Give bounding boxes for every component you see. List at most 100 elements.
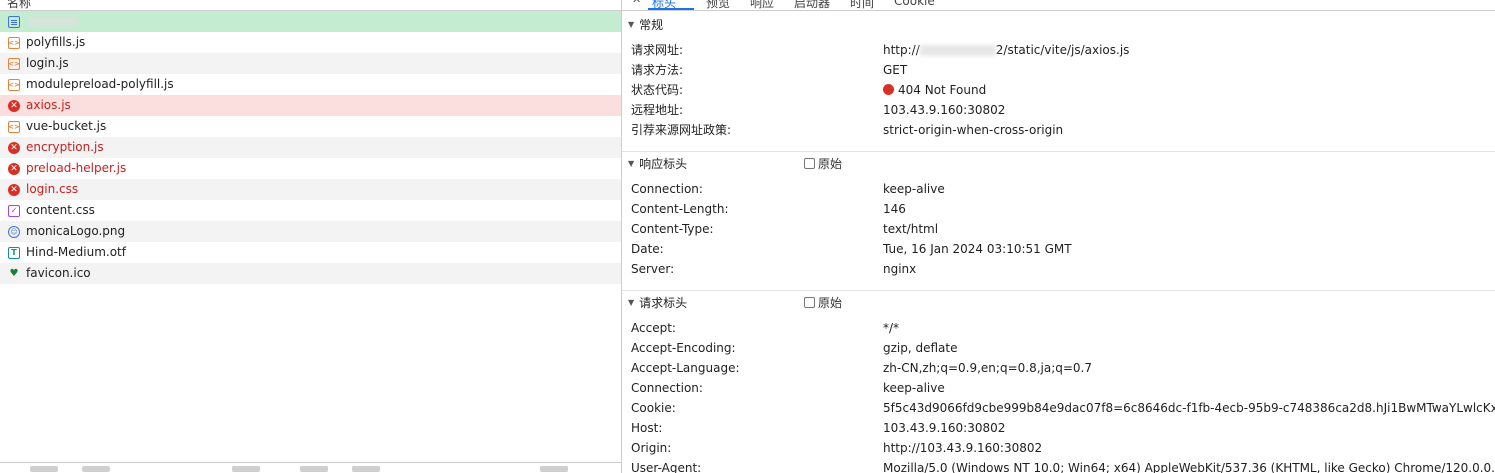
request-row[interactable]: T Hind-Medium.otf: [0, 242, 621, 263]
header-key: 远程地址:: [631, 103, 684, 117]
status-error-icon: [883, 84, 894, 95]
tab-response[interactable]: 响应: [750, 0, 774, 11]
request-name: content.css: [26, 203, 95, 217]
header-value: 103.43.9.160:30802: [883, 421, 1006, 435]
header-key: 请求网址:: [631, 43, 684, 57]
stylesheet-icon: ✓: [8, 204, 20, 217]
header-value: keep-alive: [883, 381, 945, 395]
request-name: login.js: [26, 56, 69, 70]
header-row: Connection: keep-alive: [622, 378, 1495, 398]
header-value: 103.43.9.160:30802: [883, 103, 1006, 117]
request-name: preload-helper.js: [26, 161, 127, 175]
header-value: keep-alive: [883, 182, 945, 196]
header-key: Cookie:: [631, 401, 676, 415]
raw-checkbox[interactable]: [804, 296, 815, 308]
header-key: Accept-Language:: [631, 361, 740, 375]
request-name: monicaLogo.png: [26, 224, 126, 238]
raw-checkbox[interactable]: [804, 157, 815, 169]
request-row[interactable]: ✓ content.css: [0, 200, 621, 221]
request-detail-pane: ✕ 标头 预览 响应 启动器 时间 Cookie ▼ 常规 请求网址: http…: [622, 0, 1495, 473]
header-value: Mozilla/5.0 (Windows NT 10.0; Win64; x64…: [883, 461, 1495, 473]
general-row-referrer: 引荐来源网址政策: strict-origin-when-cross-origi…: [622, 120, 1495, 140]
header-row: Connection: keep-alive: [622, 179, 1495, 199]
response-headers-title: 响应标头: [639, 156, 688, 171]
header-value: 146: [883, 202, 906, 216]
header-value: GET: [883, 63, 908, 77]
tab-preview[interactable]: 预览: [706, 0, 730, 11]
status-bar: [0, 462, 621, 473]
name-column-label: 名称: [7, 0, 32, 10]
header-key: 状态代码:: [631, 83, 684, 97]
image-icon: ☺: [8, 225, 20, 238]
header-value: 5f5c43d9066fd9cbe999b84e9dac07f8=6c8646d…: [883, 401, 1495, 415]
request-row[interactable]: ✕ preload-helper.js: [0, 158, 621, 179]
header-row: Accept: */*: [622, 318, 1495, 338]
redacted-name: [28, 16, 78, 27]
request-headers-section-header[interactable]: ▼ 请求标头 原始: [622, 290, 1495, 313]
header-key: Server:: [631, 262, 675, 276]
tab-initiator[interactable]: 启动器: [794, 0, 830, 11]
header-key: Host:: [631, 421, 663, 435]
request-name: favicon.ico: [26, 266, 91, 280]
request-name: login.css: [26, 182, 79, 196]
request-row[interactable]: ✕ axios.js: [0, 95, 621, 116]
header-value: gzip, deflate: [883, 341, 958, 355]
header-row: Date: Tue, 16 Jan 2024 03:10:51 GMT: [622, 239, 1495, 259]
script-icon: <>: [8, 57, 20, 70]
header-row: User-Agent: Mozilla/5.0 (Windows NT 10.0;…: [622, 458, 1495, 473]
header-value: http://103.43.9.160:30802: [883, 441, 1043, 455]
header-value: zh-CN,zh;q=0.9,en;q=0.8,ja;q=0.7: [883, 361, 1093, 375]
header-key: User-Agent:: [631, 461, 702, 473]
request-row[interactable]: ☺ monicaLogo.png: [0, 221, 621, 242]
general-section-header[interactable]: ▼ 常规: [622, 13, 1495, 35]
tab-timing[interactable]: 时间: [850, 0, 874, 11]
raw-toggle[interactable]: 原始: [804, 155, 842, 172]
request-row[interactable]: ✕ encryption.js: [0, 137, 621, 158]
script-icon: <>: [8, 78, 20, 91]
header-key: Accept:: [631, 321, 676, 335]
collapse-triangle-icon: ▼: [628, 19, 635, 29]
header-row: Content-Type: text/html: [622, 219, 1495, 239]
general-section-title: 常规: [639, 17, 664, 32]
header-value: http://2/static/vite/js/axios.js: [883, 43, 1130, 57]
header-key: 引荐来源网址政策:: [631, 123, 732, 137]
header-key: Connection:: [631, 381, 703, 395]
header-value: text/html: [883, 222, 939, 236]
request-row[interactable]: <> polyfills.js: [0, 32, 621, 53]
header-row: Cookie: 5f5c43d9066fd9cbe999b84e9dac07f8=…: [622, 398, 1495, 418]
request-row[interactable]: ♥ favicon.ico: [0, 263, 621, 284]
request-row[interactable]: [0, 11, 621, 32]
request-name: vue-bucket.js: [26, 119, 107, 133]
header-key: Origin:: [631, 441, 672, 455]
error-icon: ✕: [8, 99, 20, 112]
header-row: Host: 103.43.9.160:30802: [622, 418, 1495, 438]
header-key: Connection:: [631, 182, 703, 196]
script-icon: <>: [8, 36, 20, 49]
redacted-host: [919, 45, 996, 56]
error-icon: ✕: [8, 183, 20, 196]
request-row[interactable]: <> vue-bucket.js: [0, 116, 621, 137]
name-column-header[interactable]: 名称: [0, 0, 621, 11]
close-icon[interactable]: ✕: [632, 0, 641, 6]
script-icon: <>: [8, 120, 20, 133]
request-row[interactable]: <> login.js: [0, 53, 621, 74]
request-list-pane: 名称 <> polyfills.js <> login.js <> moduleprelo…: [0, 0, 622, 473]
header-value: 404 Not Found: [883, 80, 986, 100]
font-icon: T: [8, 246, 20, 259]
detail-tab-bar: ✕ 标头 预览 响应 启动器 时间 Cookie: [622, 0, 1495, 11]
tab-cookies[interactable]: Cookie: [894, 0, 935, 8]
raw-toggle[interactable]: 原始: [804, 294, 842, 311]
collapse-triangle-icon: ▼: [628, 158, 635, 168]
request-name: polyfills.js: [26, 35, 86, 49]
header-row: Server: nginx: [622, 259, 1495, 279]
request-name: axios.js: [26, 98, 71, 112]
active-tab-indicator: [648, 8, 694, 10]
document-icon: [8, 15, 20, 28]
header-key: Content-Length:: [631, 202, 729, 216]
response-headers-section-header[interactable]: ▼ 响应标头 原始: [622, 151, 1495, 174]
header-key: 请求方法:: [631, 63, 684, 77]
request-name: modulepreload-polyfill.js: [26, 77, 174, 91]
request-row[interactable]: <> modulepreload-polyfill.js: [0, 74, 621, 95]
request-row[interactable]: ✕ login.css: [0, 179, 621, 200]
request-headers-title: 请求标头: [639, 295, 688, 310]
